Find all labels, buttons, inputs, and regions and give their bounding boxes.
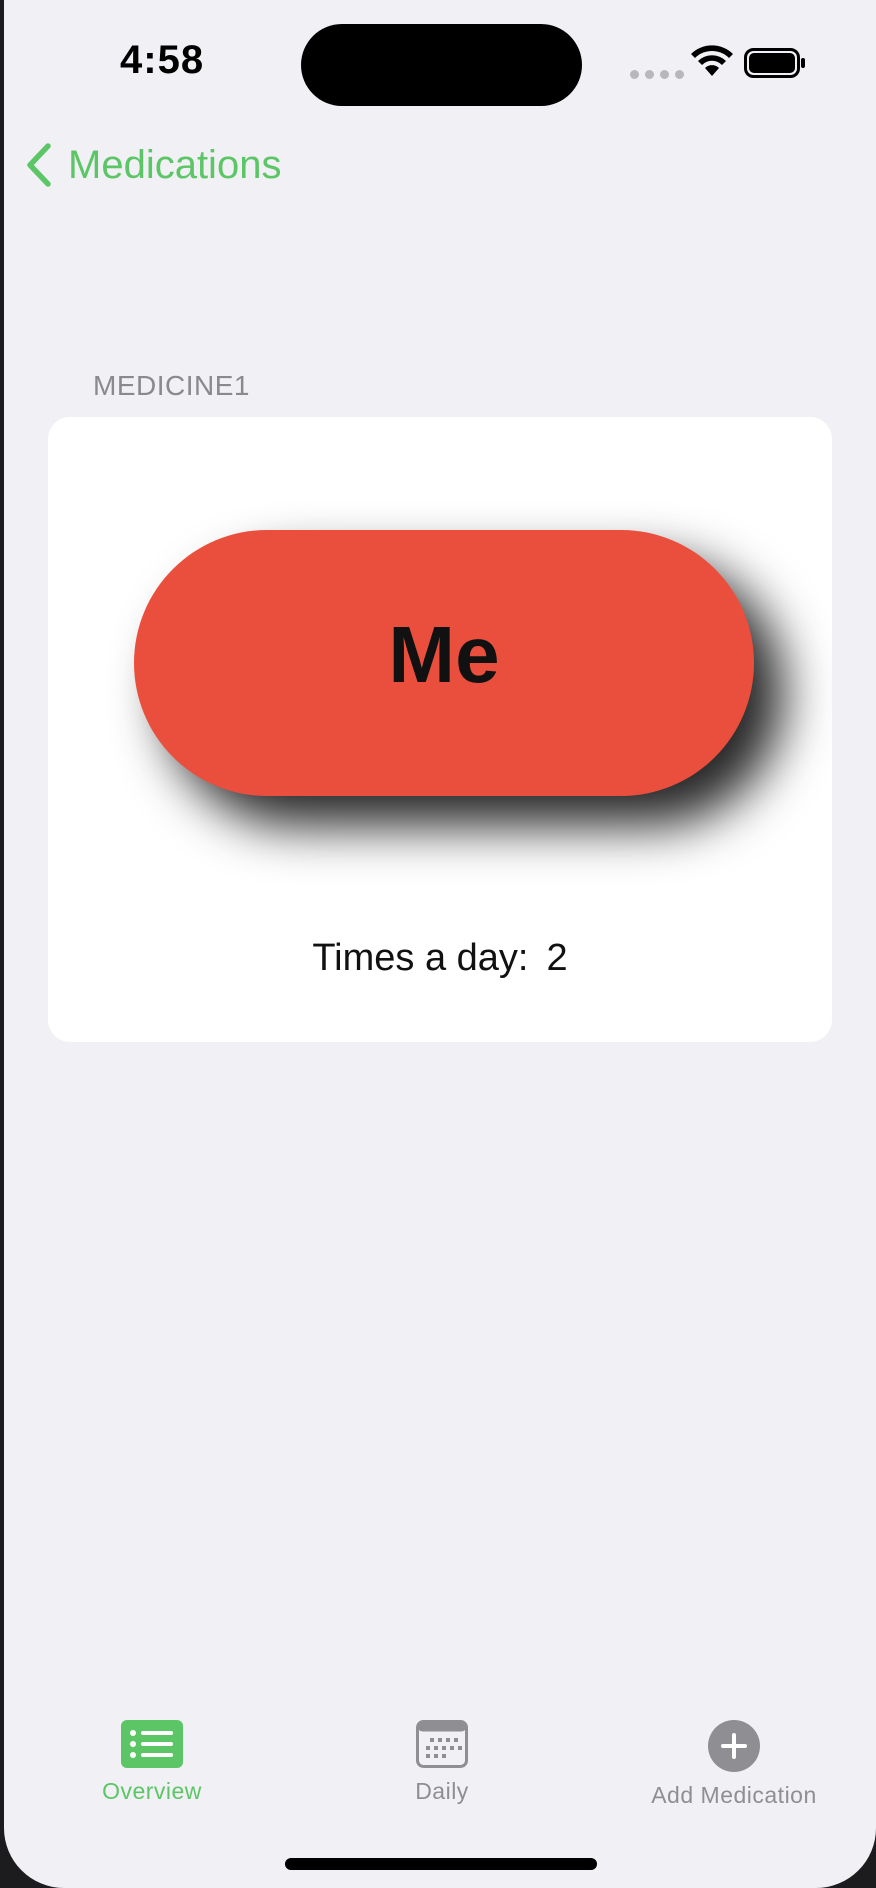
app-screen: 4:58 Medications MEDICINE1 Me Times a da…	[4, 0, 876, 1888]
tab-overview[interactable]: Overview	[62, 1720, 242, 1805]
times-a-day-value: 2	[546, 937, 568, 979]
tab-daily[interactable]: Daily	[352, 1720, 532, 1805]
pill-label: Me	[388, 610, 500, 699]
times-a-day-label: Times a day:	[312, 937, 529, 979]
tab-add-medication[interactable]: Add Medication	[624, 1720, 844, 1809]
back-button-label: Medications	[68, 142, 282, 187]
list-icon	[121, 1720, 183, 1768]
back-button[interactable]: Medications	[24, 142, 281, 188]
tab-daily-label: Daily	[415, 1778, 469, 1804]
chevron-left-icon	[27, 143, 51, 187]
tab-overview-label: Overview	[102, 1778, 202, 1804]
battery-icon	[744, 48, 805, 78]
pill-shape: Me	[134, 530, 754, 796]
calendar-icon	[416, 1720, 468, 1768]
status-time: 4:58	[120, 38, 205, 82]
section-header: MEDICINE1	[93, 370, 250, 401]
tab-add-medication-label: Add Medication	[651, 1782, 817, 1808]
wifi-icon	[691, 45, 733, 76]
home-indicator[interactable]	[285, 1858, 597, 1870]
dynamic-island	[301, 24, 582, 106]
plus-circle-icon	[708, 1720, 760, 1772]
times-a-day-row: Times a day: 2	[48, 937, 832, 980]
medication-card: Me Times a day: 2	[48, 417, 832, 1042]
cellular-signal-icon	[630, 70, 684, 79]
